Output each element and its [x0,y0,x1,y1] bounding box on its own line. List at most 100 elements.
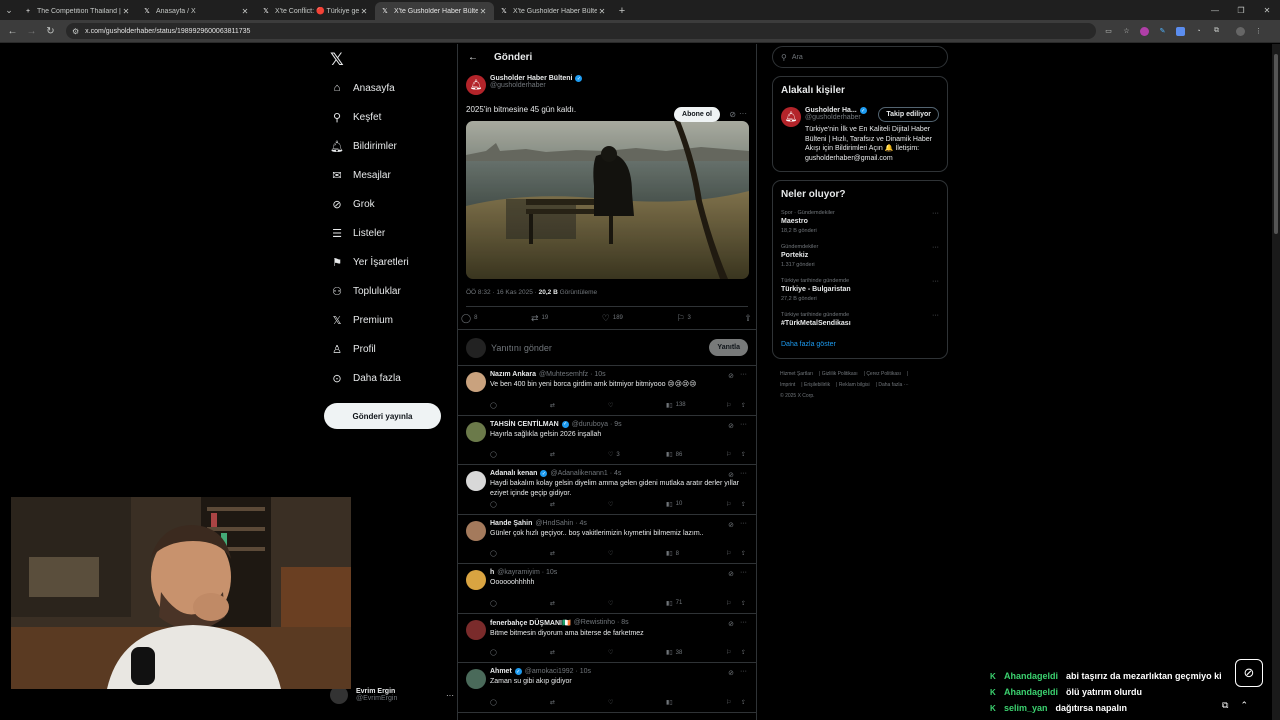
back-icon[interactable]: ← [3,26,22,37]
cast-icon[interactable]: ▭ [1104,27,1113,36]
grok-icon[interactable]: ⊘ [729,110,736,119]
more-icon[interactable]: ··· [932,278,939,285]
more-icon[interactable]: ··· [740,668,747,675]
reply-handle[interactable]: @kayramiyim · 10s [497,569,557,576]
views-button[interactable]: ▮▯ 38 [666,649,726,657]
footer-link[interactable]: Çerez Politikası [866,371,901,377]
like-button[interactable]: ♡ [608,600,666,607]
post-time[interactable]: ÖÖ 8:32 · 16 Kas 2025 · [466,289,539,296]
nav-item-messages[interactable]: ✉ Mesajlar [330,168,390,182]
reply-submit-button[interactable]: Yanıtla [709,339,748,356]
share-button[interactable]: ⇪ [741,550,746,557]
repost-button[interactable]: ⇄ [550,451,608,458]
close-tab-icon[interactable]: ✕ [240,7,250,16]
repost-button[interactable]: ⇄ [550,649,608,656]
minimize-icon[interactable]: — [1202,0,1228,20]
close-window-icon[interactable]: ✕ [1254,0,1280,20]
browser-tab[interactable]: 𝕏 X'te Conflict: 🔴 Türkiye genel ✕ [256,2,375,20]
reload-icon[interactable]: ↻ [41,26,60,37]
extension-icon[interactable] [1140,26,1149,36]
trend-item[interactable]: Gündemdekiler Portekiz 1.317 gönderi ··· [781,244,939,268]
grok-icon[interactable]: ⊘ [728,372,734,380]
reply-button[interactable]: ◯ [490,451,550,458]
reply-handle[interactable]: @Muhtesemhfz · 10s [539,371,606,378]
share-button[interactable]: ⇪ [741,649,746,656]
bookmark-button[interactable]: ⚐ 3 [676,313,690,324]
menu-icon[interactable]: ⋮ [1254,27,1263,36]
reply-item[interactable]: Adanalı kenan ✓ @Adanalikenann1 · 4s Hay… [458,465,756,515]
views-button[interactable]: ▮▯ 138 [666,402,726,409]
reply-author[interactable]: Ahmet [490,668,512,675]
views-button[interactable]: ▮▯ 71 [666,600,726,607]
reply-handle[interactable]: @amokaci1992 · 10s [525,668,591,675]
footer-link[interactable]: Hizmet Şartları [780,371,813,377]
nav-item-premium[interactable]: 𝕏 Premium [330,313,393,327]
reply-item[interactable]: Ahmet ✓ @amokaci1992 · 10s Zaman su gibi… [458,663,756,713]
bookmark-button[interactable]: ⚐ [726,550,741,557]
more-icon[interactable]: ··· [740,371,747,378]
site-info-icon[interactable]: ⚙ [72,27,79,36]
reply-item[interactable]: Nazım Ankara @Muhtesemhfz · 10s Ve ben 4… [458,366,756,416]
like-button[interactable]: ♡ [608,699,666,706]
bookmark-button[interactable]: ⚐ [726,402,741,409]
grok-icon[interactable]: ⊘ [1235,659,1263,687]
views-button[interactable]: ▮▯ 10 [666,501,726,508]
reply-author[interactable]: fenerbahçe DÜŞMANI🇮🇪 [490,619,571,627]
like-button[interactable]: ♡ [608,402,666,409]
repost-button[interactable]: ⇄ [550,501,608,508]
browser-tab[interactable]: 𝕏 Anasayfa / X ✕ [137,2,256,20]
reply-author[interactable]: Nazım Ankara [490,371,536,378]
bookmark-button[interactable]: ⚐ [726,699,741,706]
bookmark-button[interactable]: ⚐ [726,649,741,656]
avatar[interactable]: 🔔︎ [466,75,486,95]
share-button[interactable]: ⇪ [741,451,746,458]
close-tab-icon[interactable]: ✕ [478,7,488,16]
more-icon[interactable]: ··· [740,569,747,576]
more-icon[interactable]: ··· [932,210,939,217]
like-button[interactable]: ♡ 3 [608,451,666,459]
browser-tab[interactable]: + The Competition Thailand | Mis ✕ [18,2,137,20]
avatar[interactable] [466,619,486,640]
extension-icon[interactable]: ✎ [1158,27,1167,36]
reply-item[interactable]: Hande Şahin @HndSahin · 4s Günler çok hı… [458,515,756,564]
more-icon[interactable]: ··· [740,421,747,428]
reply-handle[interactable]: @Rewistinho · 8s [574,619,629,626]
more-icon[interactable]: ··· [932,312,939,319]
profile-icon[interactable] [1236,26,1245,36]
author-handle[interactable]: @gusholderhaber [490,82,582,89]
following-button[interactable]: Takip ediliyor [878,107,939,122]
search-field[interactable]: ⚲ Ara [772,46,948,68]
grok-icon[interactable]: ⊘ [728,669,734,677]
reply-button[interactable]: ◯ [490,699,550,706]
repost-button[interactable]: ⇄ [550,550,608,557]
views-button[interactable]: ▮▯ 8 [666,550,726,558]
reply-button[interactable]: ◯ [490,402,550,409]
nav-item-lists[interactable]: ☰ Listeler [330,226,385,240]
share-button[interactable]: ⇪ [741,402,746,409]
like-button[interactable]: ♡ [608,501,666,508]
browser-tab[interactable]: 𝕏 X'te Gusholder Haber Bülteni: " ✕ [494,2,613,20]
grok-icon[interactable]: ⊘ [728,422,734,430]
avatar[interactable] [466,520,486,541]
repost-button[interactable]: ⇄ [550,699,608,706]
post-image[interactable] [466,121,749,279]
back-arrow-icon[interactable]: ← [468,52,478,63]
reply-author[interactable]: TAHSİN CENTİLMAN [490,421,559,428]
trend-item[interactable]: Spor · Gündemdekiler Maestro 18,2 B gönd… [781,210,939,234]
author-name[interactable]: Gusholder Haber Bülteni [490,75,572,82]
extension-icon[interactable] [1176,26,1185,36]
address-bar[interactable]: ⚙ x.com/gusholderhaber/status/1989929600… [66,23,1096,39]
popout-icon[interactable]: ⧉ [1222,700,1228,711]
reply-button[interactable]: ◯ [490,550,550,557]
share-button[interactable]: ⇪ [741,699,746,706]
nav-item-profile[interactable]: ♙ Profil [330,342,376,356]
reply-item[interactable]: h @kayramiyim · 10s Oooooohhhhh ⊘ ··· ◯ … [458,564,756,614]
nav-item-grok[interactable]: ⊘ Grok [330,197,374,211]
grok-icon[interactable]: ⊘ [728,471,734,479]
forward-icon[interactable]: → [22,26,41,37]
nav-item-notifications[interactable]: 🔔︎ Bildirimler [330,139,397,153]
grok-icon[interactable]: ⊘ [728,620,734,628]
nav-item-more[interactable]: ⊙ Daha fazla [330,371,400,385]
repost-button[interactable]: ⇄ 19 [531,313,548,324]
share-button[interactable]: ⇪ [741,600,746,607]
